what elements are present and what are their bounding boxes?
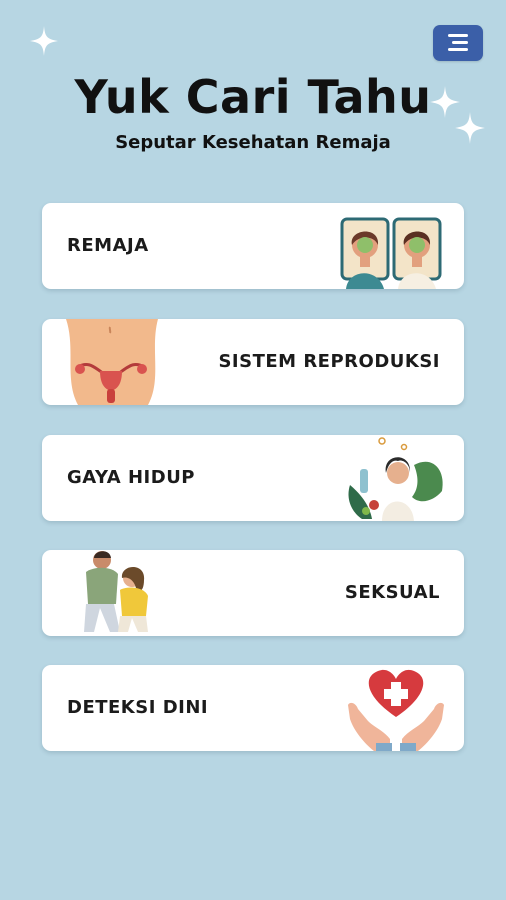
- card-gaya-hidup[interactable]: GAYA HIDUP: [42, 435, 464, 521]
- card-deteksi-dini[interactable]: DETEKSI DINI: [42, 665, 464, 751]
- card-label: SISTEM REPRODUKSI: [218, 351, 440, 372]
- card-label: GAYA HIDUP: [67, 467, 196, 488]
- card-remaja[interactable]: REMAJA: [42, 203, 464, 289]
- card-label: REMAJA: [67, 235, 149, 256]
- card-sistem-reproduksi[interactable]: SISTEM REPRODUKSI: [42, 319, 464, 405]
- heart-hands-illustration: [348, 669, 444, 751]
- card-label: SEKSUAL: [344, 582, 440, 603]
- teenagers-illustration: [340, 217, 442, 289]
- card-label: DETEKSI DINI: [67, 697, 209, 718]
- card-seksual[interactable]: SEKSUAL: [42, 550, 464, 636]
- sparkle-icon: [30, 26, 58, 56]
- reproductive-system-illustration: [66, 319, 158, 405]
- couple-illustration: [84, 551, 148, 632]
- menu-button[interactable]: [433, 25, 483, 61]
- home-screen: Yuk Cari Tahu Seputar Kesehatan Remaja R…: [0, 0, 506, 900]
- healthy-lifestyle-illustration: [348, 437, 443, 521]
- page-subtitle: Seputar Kesehatan Remaja: [115, 132, 391, 153]
- page-title: Yuk Cari Tahu: [74, 70, 432, 124]
